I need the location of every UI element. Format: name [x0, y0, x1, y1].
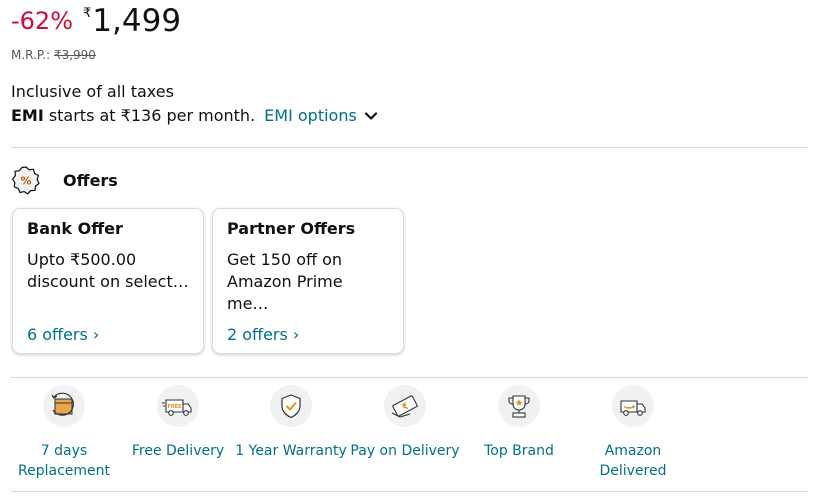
warranty-shield-icon: [270, 385, 312, 427]
partner-offers-card[interactable]: Partner Offers Get 150 off on Amazon Pri…: [212, 208, 404, 354]
divider-bottom: [11, 491, 808, 492]
bank-offer-description: Upto ₹500.00 discount on select…: [27, 250, 189, 291]
svg-text:FREE: FREE: [167, 404, 182, 410]
product-features: 7 days Replacement FREE Free Delivery 1 …: [11, 385, 691, 485]
bank-offer-title: Bank Offer: [27, 219, 123, 238]
partner-offer-count-link[interactable]: 2 offers ›: [227, 325, 299, 344]
amazon-delivered-van-icon: [612, 385, 654, 427]
feature-top-brand[interactable]: Top Brand: [459, 385, 579, 461]
mrp-label: M.R.P.:: [11, 48, 51, 62]
feature-pay-on-delivery[interactable]: ₹ Pay on Delivery: [345, 385, 465, 461]
emi-label: EMI: [11, 106, 44, 125]
feature-label: Free Delivery: [131, 443, 225, 459]
mrp-value: ₹3,990: [53, 48, 96, 62]
replacement-icon: [43, 385, 85, 427]
divider-middle: [11, 377, 808, 378]
free-delivery-truck-icon: FREE: [157, 385, 199, 427]
feature-label: 1 Year Warranty: [235, 443, 347, 459]
offers-header: % Offers: [11, 165, 118, 195]
emi-options-link[interactable]: EMI options: [264, 106, 357, 126]
feature-label: 7 days Replacement: [18, 443, 110, 479]
bank-offer-count-link[interactable]: 6 offers ›: [27, 325, 99, 344]
feature-replacement[interactable]: 7 days Replacement: [4, 385, 124, 481]
feature-free-delivery[interactable]: FREE Free Delivery: [118, 385, 238, 461]
feature-label: Amazon Delivered: [599, 443, 667, 479]
chevron-down-icon[interactable]: [362, 107, 380, 125]
feature-label: Pay on Delivery: [350, 443, 460, 459]
divider-top: [11, 147, 808, 148]
price-amount: 1,499: [92, 3, 182, 39]
feature-label: Top Brand: [484, 443, 554, 459]
tax-note: Inclusive of all taxes: [11, 82, 174, 101]
offer-badge-icon: %: [11, 166, 40, 195]
feature-warranty[interactable]: 1 Year Warranty: [231, 385, 351, 461]
emi-text: starts at ₹136 per month.: [48, 106, 256, 125]
top-brand-trophy-icon: [498, 385, 540, 427]
discount-percentage: -62%: [11, 7, 74, 35]
partner-offer-title: Partner Offers: [227, 219, 356, 238]
svg-text:%: %: [20, 175, 31, 188]
partner-offer-description: Get 150 off on Amazon Prime me…: [227, 250, 343, 313]
offers-title: Offers: [63, 170, 118, 190]
mrp-row: M.R.P.: ₹3,990: [11, 48, 96, 62]
price-row: -62% ₹ 1,499: [11, 2, 181, 40]
bank-offer-card[interactable]: Bank Offer Upto ₹500.00 discount on sele…: [12, 208, 204, 354]
pay-on-delivery-icon: ₹: [384, 385, 426, 427]
emi-row: EMI starts at ₹136 per month. EMI option…: [11, 106, 380, 126]
feature-amazon-delivered[interactable]: Amazon Delivered: [573, 385, 693, 481]
currency-symbol: ₹: [83, 6, 92, 21]
